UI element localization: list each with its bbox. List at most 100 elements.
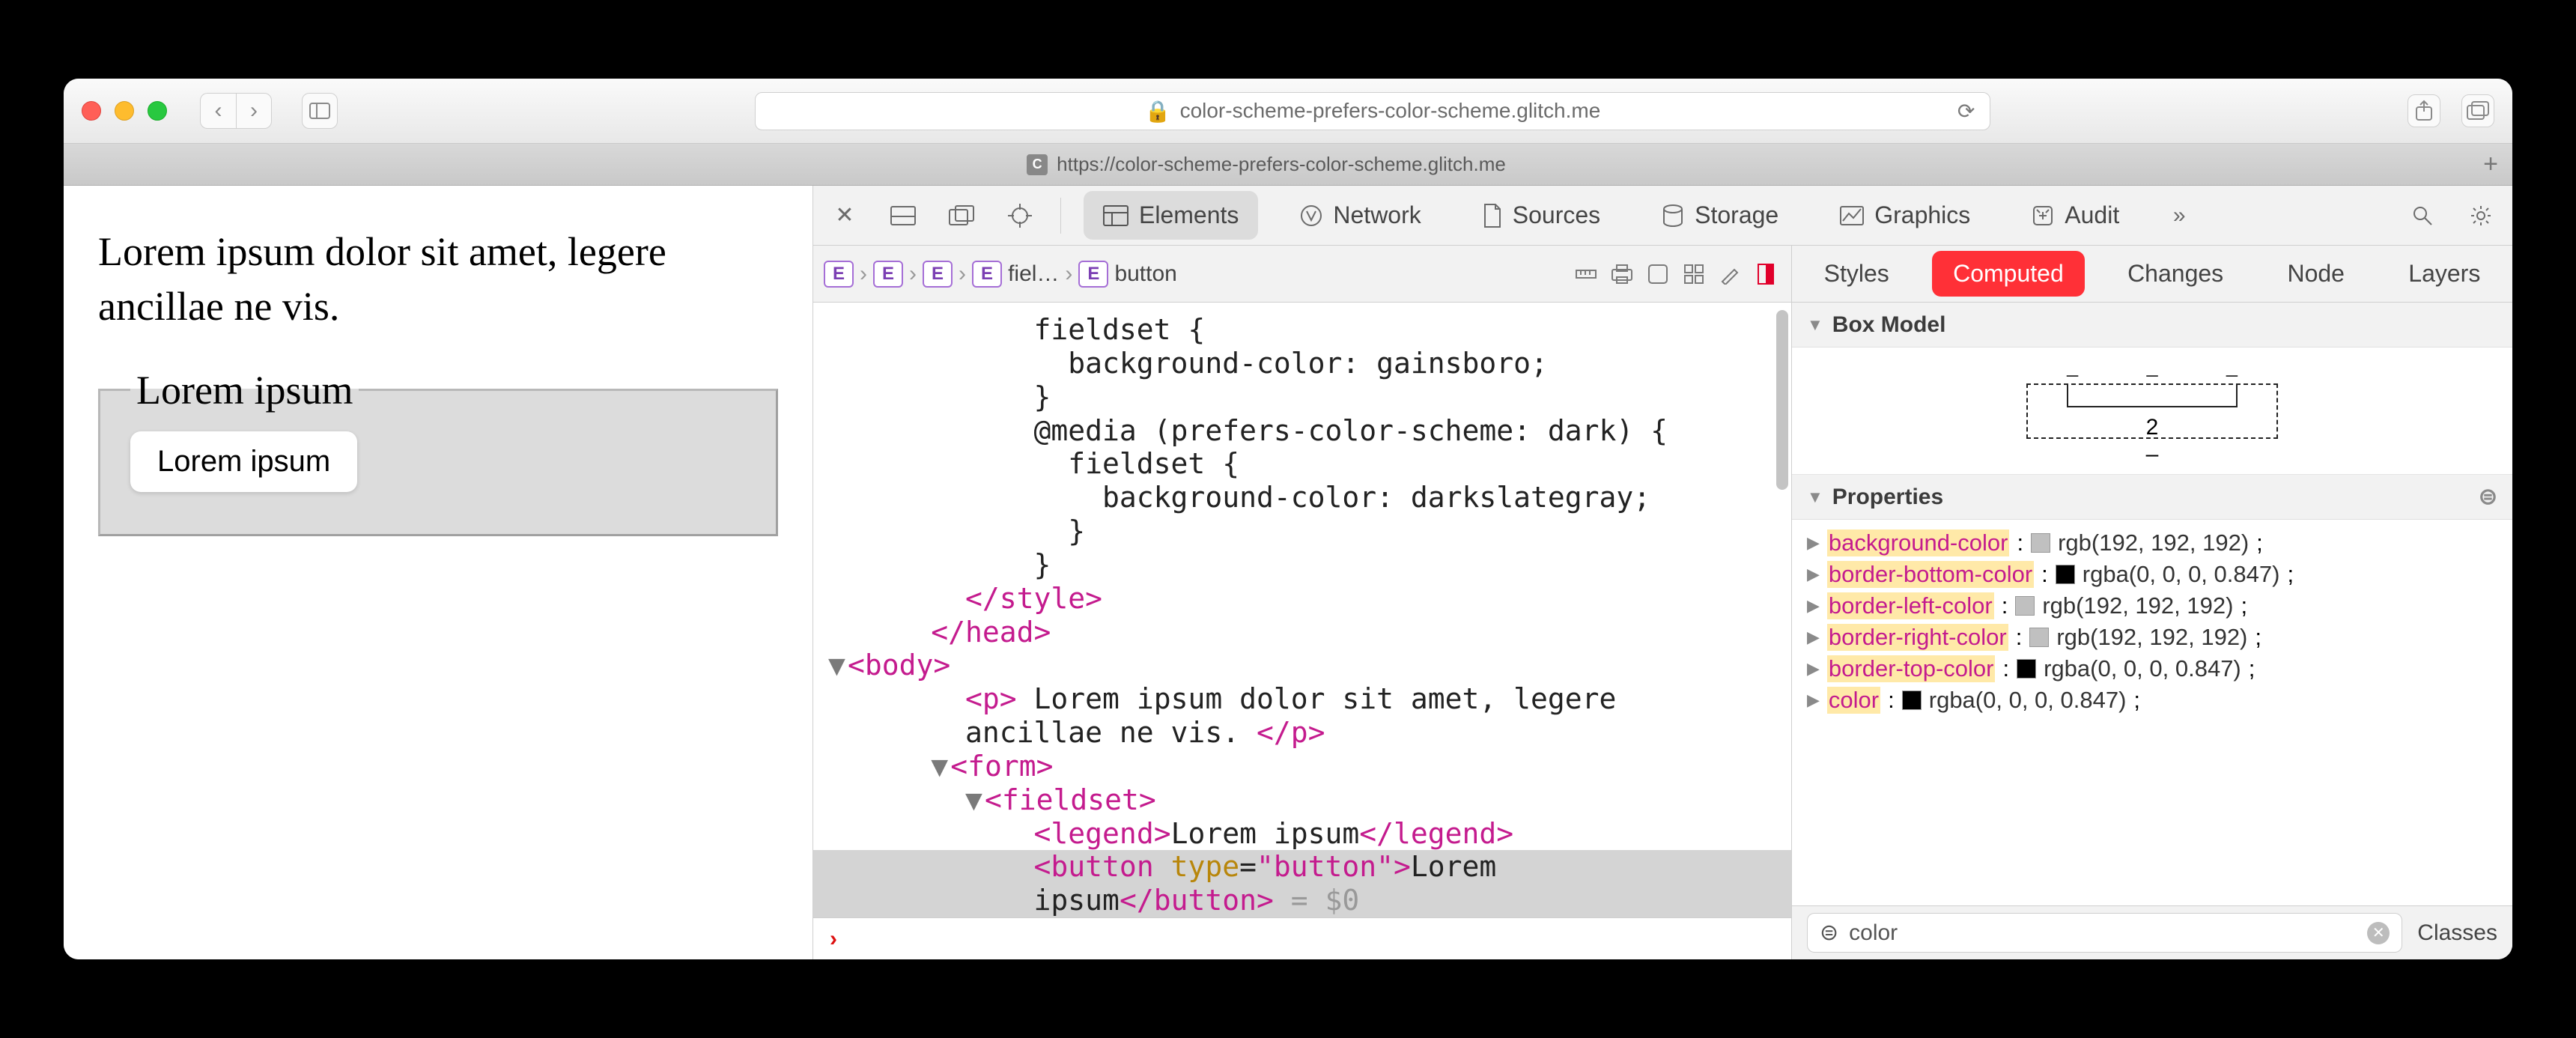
legend: Lorem ipsum bbox=[130, 367, 359, 413]
tab-title: https://color-scheme-prefers-color-schem… bbox=[1057, 153, 1506, 176]
overflow-icon[interactable]: » bbox=[2161, 198, 2197, 234]
tab-changes[interactable]: Changes bbox=[2106, 251, 2244, 297]
tab-layers[interactable]: Layers bbox=[2387, 251, 2501, 297]
tab-storage[interactable]: Storage bbox=[1642, 191, 1798, 240]
tab-network[interactable]: Network bbox=[1281, 191, 1440, 240]
close-window-button[interactable] bbox=[82, 101, 101, 121]
crumb-fieldset[interactable]: fiel… bbox=[1008, 261, 1059, 287]
nav-buttons: ‹ › bbox=[200, 93, 272, 129]
tab-elements[interactable]: Elements bbox=[1084, 191, 1258, 240]
tab-storage-label: Storage bbox=[1695, 201, 1778, 229]
color-swatch[interactable] bbox=[2015, 596, 2035, 616]
color-swatch[interactable] bbox=[1902, 691, 1922, 710]
property-row[interactable]: ▶border-bottom-color: rgba(0, 0, 0, 0.84… bbox=[1807, 559, 2497, 590]
elements-icon bbox=[1103, 205, 1128, 226]
print-icon[interactable] bbox=[1607, 259, 1637, 289]
property-row[interactable]: ▶border-top-color: rgba(0, 0, 0, 0.847); bbox=[1807, 653, 2497, 685]
console-prompt[interactable]: › bbox=[813, 917, 1791, 959]
property-name: color bbox=[1827, 687, 1880, 714]
property-value: rgba(0, 0, 0, 0.847) bbox=[2044, 655, 2241, 682]
titlebar: ‹ › 🔒 color-scheme-prefers-color-scheme.… bbox=[64, 79, 2512, 144]
target-icon[interactable] bbox=[1002, 198, 1038, 234]
color-swatch[interactable] bbox=[2031, 533, 2050, 553]
box-model-diagram[interactable]: ––– 2 – bbox=[1792, 347, 2512, 475]
disclosure-triangle-icon: ▼ bbox=[1807, 315, 1823, 335]
styles-panel: Styles Computed Changes Node Layers ▼ Bo… bbox=[1792, 246, 2512, 959]
forward-button[interactable]: › bbox=[236, 93, 272, 129]
property-name: border-bottom-color bbox=[1827, 561, 2034, 588]
dom-tree[interactable]: fieldset { background-color: gainsboro; … bbox=[813, 303, 1791, 917]
filter-icon[interactable]: ⊜ bbox=[2479, 484, 2497, 510]
disclosure-triangle-icon: ▶ bbox=[1807, 596, 1820, 616]
clear-filter-button[interactable]: ✕ bbox=[2367, 922, 2390, 944]
settings-icon[interactable] bbox=[2463, 198, 2499, 234]
crumb-e[interactable]: E bbox=[824, 261, 854, 288]
tab-audit-label: Audit bbox=[2065, 201, 2119, 229]
address-bar-container: 🔒 color-scheme-prefers-color-scheme.glit… bbox=[356, 92, 2390, 130]
tab-sources-label: Sources bbox=[1513, 201, 1600, 229]
tab-elements-label: Elements bbox=[1139, 201, 1239, 229]
paint-icon[interactable] bbox=[1715, 259, 1745, 289]
box-model-header[interactable]: ▼ Box Model bbox=[1792, 303, 2512, 347]
sidebar-toggle-button[interactable] bbox=[302, 93, 338, 129]
property-value: rgb(192, 192, 192) bbox=[2056, 624, 2247, 651]
audit-icon bbox=[2032, 204, 2054, 227]
property-row[interactable]: ▶color: rgba(0, 0, 0, 0.847); bbox=[1807, 685, 2497, 716]
dock-window-icon[interactable] bbox=[944, 198, 979, 234]
filter-input[interactable]: ⊜ color ✕ bbox=[1807, 913, 2402, 953]
close-devtools-button[interactable]: ✕ bbox=[827, 198, 863, 234]
address-bar[interactable]: 🔒 color-scheme-prefers-color-scheme.glit… bbox=[755, 92, 1991, 130]
search-icon[interactable] bbox=[2405, 198, 2440, 234]
paragraph: Lorem ipsum dolor sit amet, legere ancil… bbox=[98, 225, 778, 334]
tabs-button[interactable] bbox=[2461, 94, 2494, 127]
properties-header[interactable]: ▼ Properties ⊜ bbox=[1792, 475, 2512, 520]
color-swatch[interactable] bbox=[2017, 659, 2036, 679]
back-button[interactable]: ‹ bbox=[200, 93, 236, 129]
crumb-e[interactable]: E bbox=[923, 261, 953, 288]
crumb-e[interactable]: E bbox=[873, 261, 903, 288]
scrollbar[interactable] bbox=[1776, 310, 1788, 490]
computed-properties-list: ▶background-color: rgb(192, 192, 192);▶b… bbox=[1792, 520, 2512, 905]
color-swatch[interactable] bbox=[2029, 628, 2049, 647]
property-row[interactable]: ▶border-right-color: rgb(192, 192, 192); bbox=[1807, 622, 2497, 653]
url-text: color-scheme-prefers-color-scheme.glitch… bbox=[1180, 99, 1601, 123]
devtools-body: E› E› E› E fiel…› E button bbox=[813, 246, 2512, 959]
dom-panel: E› E› E› E fiel…› E button bbox=[813, 246, 1792, 959]
crumb-e[interactable]: E bbox=[972, 261, 1002, 288]
tab-graphics[interactable]: Graphics bbox=[1820, 191, 1990, 240]
reload-button[interactable]: ⟳ bbox=[1957, 99, 1975, 124]
share-button[interactable] bbox=[2408, 94, 2440, 127]
device-icon[interactable] bbox=[1643, 259, 1673, 289]
sources-icon bbox=[1483, 204, 1502, 228]
rulers-icon[interactable] bbox=[1571, 259, 1601, 289]
dock-side-icon[interactable] bbox=[885, 198, 921, 234]
tab-computed[interactable]: Computed bbox=[1932, 251, 2085, 297]
new-tab-button[interactable]: + bbox=[2469, 144, 2512, 185]
tab-network-label: Network bbox=[1333, 201, 1421, 229]
property-row[interactable]: ▶border-left-color: rgb(192, 192, 192); bbox=[1807, 590, 2497, 622]
lorem-button[interactable]: Lorem ipsum bbox=[130, 431, 357, 492]
property-name: background-color bbox=[1827, 529, 2010, 556]
chevron-icon: › bbox=[909, 261, 917, 287]
browser-tab[interactable]: C https://color-scheme-prefers-color-sch… bbox=[64, 144, 2469, 185]
tab-styles[interactable]: Styles bbox=[1803, 251, 1910, 297]
property-value: rgba(0, 0, 0, 0.847) bbox=[2083, 561, 2280, 588]
crumb-e[interactable]: E bbox=[1078, 261, 1108, 288]
color-swatch[interactable] bbox=[2056, 565, 2075, 584]
maximize-window-button[interactable] bbox=[148, 101, 167, 121]
grid-icon[interactable] bbox=[1679, 259, 1709, 289]
tab-bar: C https://color-scheme-prefers-color-sch… bbox=[64, 144, 2512, 186]
classes-button[interactable]: Classes bbox=[2417, 920, 2497, 946]
property-row[interactable]: ▶background-color: rgb(192, 192, 192); bbox=[1807, 527, 2497, 559]
content-area: Lorem ipsum dolor sit amet, legere ancil… bbox=[64, 186, 2512, 959]
minimize-window-button[interactable] bbox=[115, 101, 134, 121]
chevron-icon: › bbox=[860, 261, 867, 287]
compositing-icon[interactable] bbox=[1751, 259, 1781, 289]
network-icon bbox=[1300, 204, 1322, 227]
crumb-button[interactable]: button bbox=[1114, 261, 1176, 287]
tab-node[interactable]: Node bbox=[2266, 251, 2366, 297]
properties-label: Properties bbox=[1832, 485, 1943, 510]
tab-sources[interactable]: Sources bbox=[1463, 191, 1620, 240]
tab-audit[interactable]: Audit bbox=[2012, 191, 2139, 240]
tab-favicon: C bbox=[1027, 154, 1048, 175]
